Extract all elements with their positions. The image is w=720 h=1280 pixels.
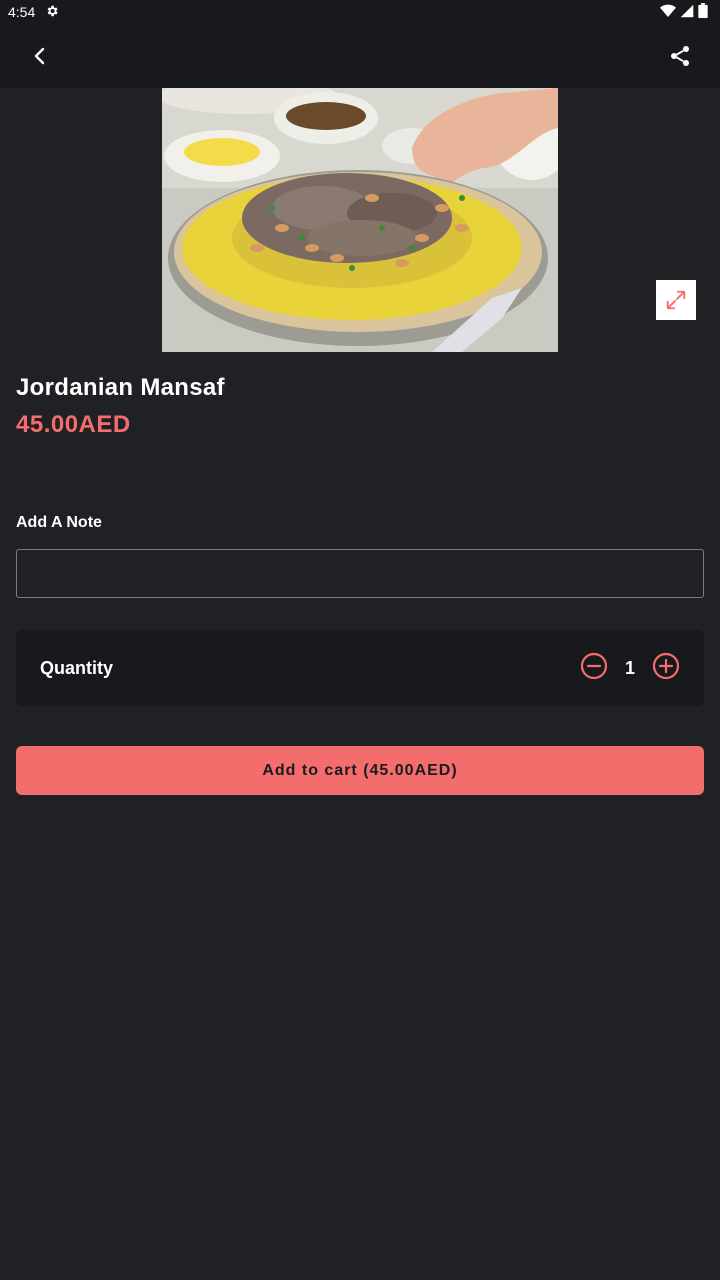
signal-icon	[680, 4, 694, 21]
product-price: 45.00AED	[16, 411, 131, 438]
note-input[interactable]	[16, 549, 704, 598]
decrease-quantity-button[interactable]	[580, 652, 608, 685]
quantity-value: 1	[624, 657, 635, 678]
gear-icon	[45, 4, 59, 21]
battery-icon	[698, 3, 708, 21]
expand-icon	[666, 290, 686, 310]
status-left: 4:54	[8, 4, 59, 21]
product-image[interactable]	[162, 88, 558, 352]
quantity-stepper: 1	[580, 652, 680, 685]
plus-circle-icon	[652, 652, 680, 679]
quantity-label: Quantity	[40, 657, 114, 678]
expand-image-button[interactable]	[656, 280, 696, 320]
back-button[interactable]	[16, 32, 64, 80]
product-title: Jordanian Mansaf	[16, 374, 225, 401]
minus-circle-icon	[580, 652, 608, 679]
increase-quantity-button[interactable]	[652, 652, 680, 685]
wifi-icon	[660, 4, 676, 21]
quantity-card: Quantity 1	[16, 630, 704, 706]
note-label: Add A Note	[16, 514, 102, 531]
back-arrow-icon	[34, 47, 45, 65]
status-time: 4:54	[8, 4, 36, 20]
add-to-cart-button[interactable]: Add to cart (45.00AED)	[16, 746, 704, 795]
status-bar: 4:54	[0, 0, 720, 24]
status-right	[660, 3, 708, 21]
share-button[interactable]	[656, 32, 704, 80]
app-bar	[0, 24, 720, 88]
share-icon	[671, 46, 689, 66]
